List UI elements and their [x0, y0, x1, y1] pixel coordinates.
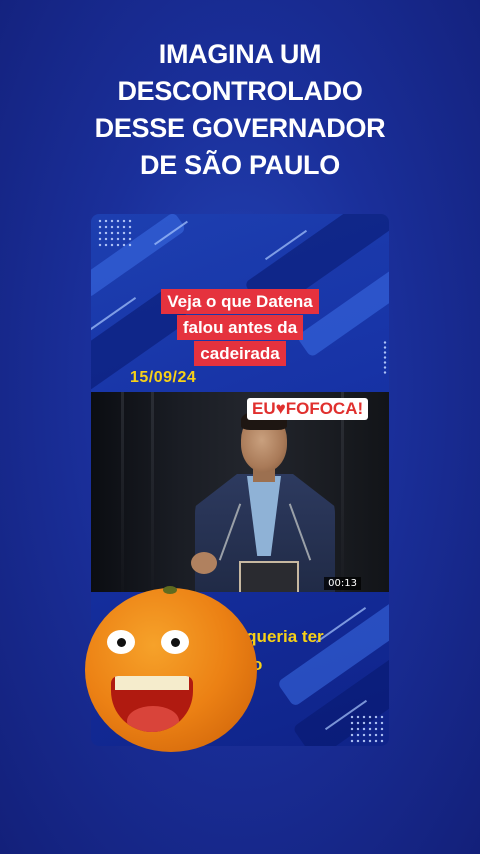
headline-line-2: DESCONTROLADO	[117, 76, 363, 106]
orange-mascot-icon	[85, 586, 257, 752]
right-pupil	[171, 638, 180, 647]
eu-ama-fofoca-badge: EU♥FOFOCA!	[247, 398, 369, 420]
headline: IMAGINA UM DESCONTROLADO DESSE GOVERNADO…	[0, 36, 480, 184]
headline-line-3: DESSE GOVERNADOR	[94, 113, 386, 143]
decor-dots	[349, 714, 385, 744]
badge-right-text: FOFOCA!	[285, 399, 364, 418]
headline-line-1: IMAGINA UM	[158, 39, 322, 69]
speaker-hand	[191, 552, 217, 574]
headline-line-4: DE SÃO PAULO	[140, 150, 340, 180]
tongue	[127, 706, 179, 732]
caption-line-3: cadeirada	[194, 341, 286, 366]
date-label: 15/09/24	[130, 369, 197, 386]
caption-line-2: falou antes da	[176, 315, 304, 340]
orange-stem	[163, 586, 177, 594]
badge-left-text: EU	[252, 399, 276, 418]
right-eye	[161, 630, 189, 654]
caption-line-1: Veja o que Datena	[161, 289, 319, 314]
video-timestamp: 00:13	[324, 577, 361, 590]
video-frame[interactable]: EU♥FOFOCA! 00:13	[91, 392, 389, 592]
left-pupil	[117, 638, 126, 647]
stage-light	[341, 392, 344, 592]
heart-icon: ♥	[275, 399, 286, 418]
decor-dots	[97, 218, 133, 248]
stage-light	[121, 392, 124, 592]
caption-box: Veja o que Datena falou antes da cadeira…	[91, 289, 389, 367]
stage-light	[151, 392, 154, 592]
left-eye	[107, 630, 135, 654]
teeth	[115, 676, 189, 690]
